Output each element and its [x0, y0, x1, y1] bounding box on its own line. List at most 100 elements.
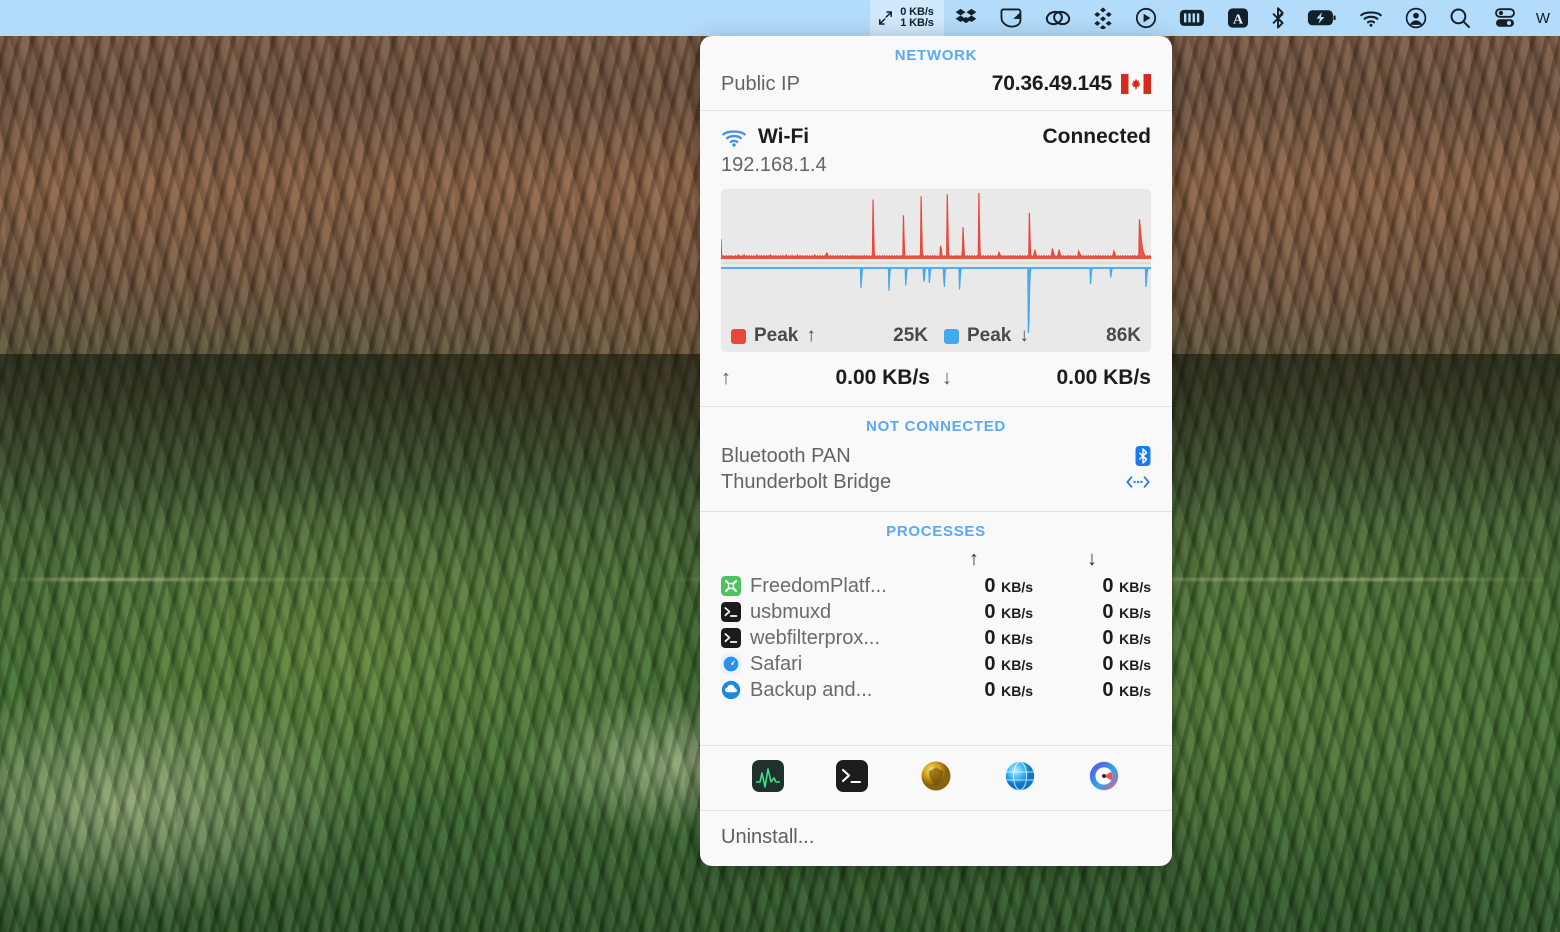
menu-bar: 0 KB/s 1 KB/s A W — [0, 0, 1560, 36]
network-section-title: NETWORK — [894, 47, 978, 64]
not-connected-label: Thunderbolt Bridge — [721, 471, 892, 493]
menubar-item-spotlight[interactable] — [1438, 0, 1482, 36]
legend-peak-up-label: Peak — [754, 325, 799, 346]
terminal-icon — [721, 602, 741, 622]
menubar-item-creative-cloud[interactable] — [1034, 0, 1082, 36]
process-name: webfilterprox... — [750, 626, 881, 649]
not-connected-list: Bluetooth PAN Thunderbolt Bridge — [700, 443, 1172, 511]
quick-apps-row — [700, 746, 1172, 810]
menubar-item-bluetooth[interactable] — [1260, 0, 1296, 36]
processes-upload-header: ↑ — [969, 548, 979, 570]
current-download-value: 0.00 KB/s — [1056, 366, 1151, 389]
spotlight-search-icon — [1449, 7, 1471, 29]
menubar-item-dropbox-sync[interactable] — [1082, 0, 1124, 36]
menubar-item-battery-monitor[interactable] — [1168, 0, 1216, 36]
current-speeds-row: ↑ 0.00 KB/s ↓ 0.00 KB/s — [700, 352, 1172, 406]
process-name: Backup and... — [750, 678, 873, 701]
wifi-connection-status: Connected — [1042, 125, 1151, 148]
user-account-icon — [1405, 7, 1427, 29]
current-upload-arrow: ↑ — [721, 366, 731, 389]
menubar-clock[interactable]: W — [1528, 10, 1556, 27]
legend-swatch-upload — [731, 328, 746, 344]
menubar-item-battery[interactable] — [1296, 0, 1348, 36]
bluetooth-icon — [1135, 445, 1151, 467]
wifi-icon — [1359, 9, 1383, 27]
backup-and-sync-icon — [721, 680, 741, 700]
legend-peak-down-label: Peak — [967, 325, 1012, 346]
uninstall-menu-item[interactable]: Uninstall... — [700, 811, 1172, 866]
menubar-item-control-center[interactable] — [1482, 0, 1528, 36]
not-connected-item-thunderbolt-bridge[interactable]: Thunderbolt Bridge — [700, 469, 1172, 495]
process-row[interactable]: usbmuxd 0 KB/s 0 KB/s — [700, 599, 1172, 625]
not-connected-label: Bluetooth PAN — [721, 445, 851, 467]
process-name: FreedomPlatf... — [750, 574, 887, 597]
process-row[interactable]: Safari 0 KB/s 0 KB/s — [700, 651, 1172, 677]
graph-legend: Peak ↑ 25K Peak ↓ 86K — [721, 325, 1151, 347]
network-status-popover: NETWORK Public IP 70.36.49.145 Wi-Fi Con… — [700, 36, 1172, 866]
process-name: Safari — [750, 652, 803, 675]
public-ip-row[interactable]: Public IP 70.36.49.145 — [700, 72, 1172, 110]
legend-peak-up-arrow: ↑ — [806, 325, 816, 346]
processes-header-row: ↑ ↓ — [700, 548, 1172, 573]
canada-flag-icon — [1121, 74, 1151, 94]
current-download-arrow: ↓ — [942, 366, 952, 389]
menubar-netspeed-item[interactable]: 0 KB/s 1 KB/s — [870, 0, 944, 36]
thunderbolt-bridge-icon — [1125, 473, 1151, 491]
terminal-icon[interactable] — [836, 760, 868, 797]
process-upload-value: 0 KB/s — [984, 600, 1033, 623]
local-ip-address: 192.168.1.4 — [721, 154, 827, 176]
control-center-icon — [1493, 7, 1517, 29]
wifi-icon — [721, 128, 747, 147]
process-upload-value: 0 KB/s — [984, 678, 1033, 701]
process-upload-value: 0 KB/s — [984, 652, 1033, 675]
activity-monitor-icon[interactable] — [752, 760, 784, 797]
process-upload-value: 0 KB/s — [984, 626, 1033, 649]
istat-menus-icon[interactable] — [1088, 760, 1120, 797]
menubar-item-quicknote[interactable] — [988, 0, 1034, 36]
terminal-icon — [721, 628, 741, 648]
menubar-download-rate: 1 KB/s — [900, 17, 934, 29]
notes-tag-icon — [999, 8, 1023, 28]
menubar-item-dropbox[interactable] — [944, 0, 988, 36]
process-download-value: 0 KB/s — [1102, 652, 1151, 675]
process-row[interactable]: FreedomPlatf... 0 KB/s 0 KB/s — [700, 573, 1172, 599]
menubar-item-user-account[interactable] — [1394, 0, 1438, 36]
menubar-item-input-source[interactable]: A — [1216, 0, 1260, 36]
arrows-diagonal-icon — [878, 10, 893, 26]
svg-text:A: A — [1233, 12, 1244, 27]
menubar-item-wifi[interactable] — [1348, 0, 1394, 36]
blue-globe-icon[interactable] — [1004, 760, 1036, 797]
wifi-interface-name: Wi-Fi — [758, 125, 810, 148]
battery-charging-icon — [1307, 9, 1337, 27]
processes-section-title: PROCESSES — [886, 523, 986, 540]
play-circle-icon — [1135, 7, 1157, 29]
battery-cells-icon — [1179, 9, 1205, 27]
dots-scatter-icon — [1093, 7, 1113, 29]
gold-shield-icon[interactable] — [920, 760, 952, 797]
not-connected-item-bluetooth-pan[interactable]: Bluetooth PAN — [700, 443, 1172, 469]
process-download-value: 0 KB/s — [1102, 678, 1151, 701]
process-row[interactable]: Backup and... 0 KB/s 0 KB/s — [700, 677, 1172, 703]
bluetooth-icon — [1271, 7, 1285, 29]
not-connected-section-title: NOT CONNECTED — [866, 418, 1006, 435]
input-source-a-icon: A — [1227, 7, 1249, 29]
legend-peak-up-value: 25K — [893, 325, 928, 346]
menubar-item-media-player[interactable] — [1124, 0, 1168, 36]
public-ip-value: 70.36.49.145 — [991, 72, 1112, 95]
process-download-value: 0 KB/s — [1102, 626, 1151, 649]
public-ip-label: Public IP — [721, 72, 800, 95]
legend-peak-down-arrow: ↓ — [1019, 325, 1029, 346]
processes-list: FreedomPlatf... 0 KB/s 0 KB/s usbmuxd 0 KB/s… — [700, 573, 1172, 703]
freedomplatform-icon — [721, 576, 741, 596]
process-download-value: 0 KB/s — [1102, 574, 1151, 597]
process-name: usbmuxd — [750, 600, 832, 623]
process-row[interactable]: webfilterprox... 0 KB/s 0 KB/s — [700, 625, 1172, 651]
dropbox-icon — [955, 8, 977, 28]
adobe-creative-cloud-icon — [1045, 8, 1071, 28]
wifi-interface-row[interactable]: Wi-Fi Connected — [700, 111, 1172, 149]
process-upload-value: 0 KB/s — [984, 574, 1033, 597]
throughput-graph-container: Peak ↑ 25K Peak ↓ 86K — [700, 177, 1172, 352]
processes-download-header: ↓ — [1087, 548, 1097, 570]
throughput-graph[interactable]: Peak ↑ 25K Peak ↓ 86K — [721, 189, 1151, 352]
legend-peak-down-value: 86K — [1106, 325, 1141, 346]
